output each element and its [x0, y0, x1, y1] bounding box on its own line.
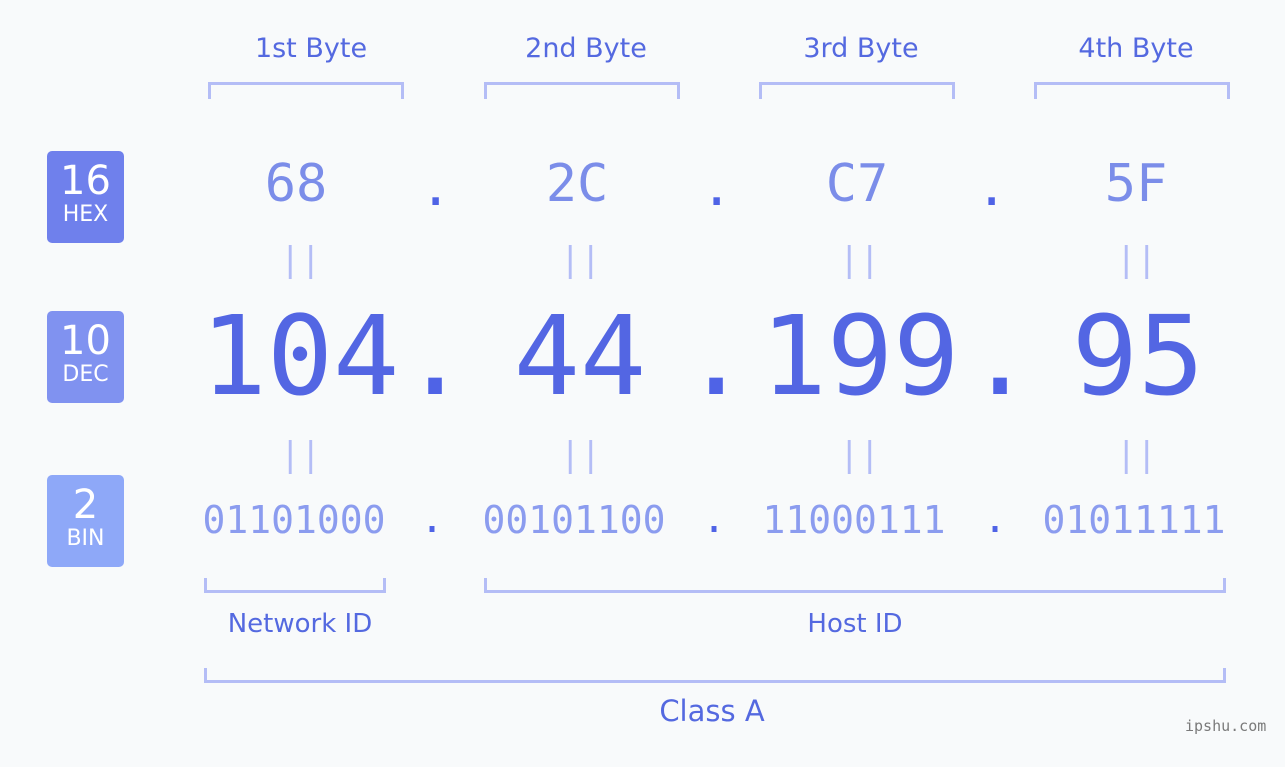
hex-octet-1: 68	[264, 154, 328, 214]
byte-header-3: 3rd Byte	[803, 33, 919, 64]
byte-bracket-3	[759, 82, 955, 99]
hex-badge: 16 HEX	[47, 151, 124, 243]
bin-badge: 2 BIN	[47, 475, 124, 567]
byte-bracket-1	[208, 82, 404, 99]
hex-octet-3: C7	[825, 154, 889, 214]
hex-dot-1: .	[420, 158, 452, 218]
equals-dec-bin-3: ||	[839, 435, 880, 475]
byte-header-2: 2nd Byte	[525, 33, 647, 64]
byte-header-1: 1st Byte	[254, 33, 368, 64]
bin-octet-4: 01011111	[1042, 498, 1226, 542]
bin-dot-1: .	[420, 496, 445, 542]
hex-badge-label: HEX	[62, 202, 109, 227]
equals-hex-dec-2: ||	[560, 240, 601, 280]
hex-octet-4: 5F	[1104, 154, 1168, 214]
equals-hex-dec-1: ||	[280, 240, 321, 280]
dec-octet-1: 104	[200, 292, 400, 420]
hex-dot-3: .	[976, 158, 1008, 218]
bin-octet-3: 11000111	[762, 498, 946, 542]
dec-octet-3: 199	[760, 292, 960, 420]
bin-dot-2: .	[702, 496, 727, 542]
network-id-bracket	[204, 578, 386, 593]
dec-badge: 10 DEC	[47, 311, 124, 403]
bin-badge-label: BIN	[66, 526, 105, 551]
host-id-bracket	[484, 578, 1226, 593]
bin-octet-2: 00101100	[482, 498, 666, 542]
site-watermark: ipshu.com	[1185, 717, 1267, 735]
equals-dec-bin-4: ||	[1116, 435, 1157, 475]
class-label: Class A	[659, 694, 765, 728]
equals-hex-dec-4: ||	[1116, 240, 1157, 280]
bin-badge-base: 2	[72, 482, 99, 528]
byte-header-4: 4th Byte	[1078, 33, 1194, 64]
equals-dec-bin-2: ||	[560, 435, 601, 475]
dec-octet-4: 95	[1071, 292, 1205, 420]
byte-bracket-2	[484, 82, 680, 99]
equals-hex-dec-3: ||	[839, 240, 880, 280]
network-id-label: Network ID	[227, 609, 373, 639]
host-id-label: Host ID	[807, 609, 903, 639]
dec-badge-label: DEC	[62, 362, 109, 387]
bin-octet-1: 01101000	[202, 498, 386, 542]
equals-dec-bin-1: ||	[280, 435, 321, 475]
dec-octet-2: 44	[513, 292, 647, 420]
hex-badge-base: 16	[60, 158, 111, 204]
class-bracket	[204, 668, 1226, 683]
dec-badge-base: 10	[60, 318, 111, 364]
byte-bracket-4	[1034, 82, 1230, 99]
hex-dot-2: .	[701, 158, 733, 218]
hex-octet-2: 2C	[545, 154, 609, 214]
